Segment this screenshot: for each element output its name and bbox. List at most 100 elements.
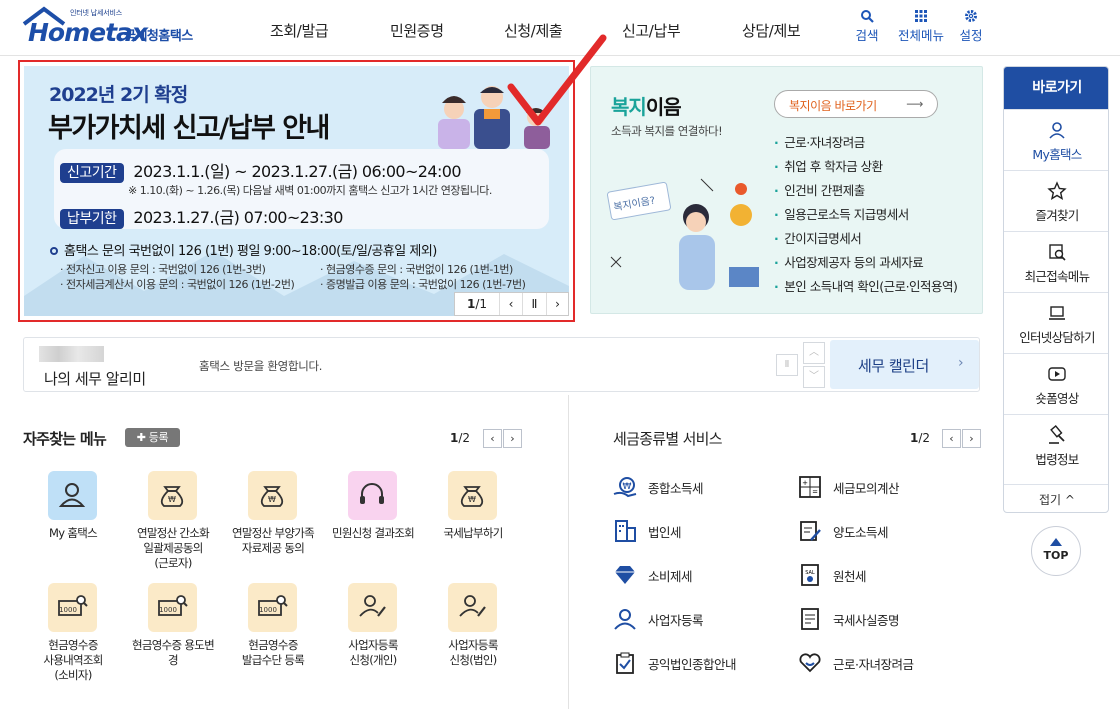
- tax-service-link[interactable]: 양도소득세: [797, 518, 889, 544]
- tax-service-link[interactable]: SAL 원천세: [797, 562, 867, 588]
- favorite-tile[interactable]: ₩: [148, 471, 197, 520]
- quick-fold-button[interactable]: 접기 ^: [1004, 484, 1108, 512]
- all-menu-button[interactable]: 전체메뉴: [893, 9, 949, 44]
- nav-inquiry[interactable]: 조회/발급: [270, 20, 329, 41]
- quick-shortform[interactable]: 숏폼영상: [1004, 353, 1108, 414]
- banner-pause-button[interactable]: Ⅱ: [522, 293, 546, 315]
- quick-law-info[interactable]: 법령정보: [1004, 414, 1108, 484]
- alarm-message: 홈택스 방문을 환영합니다.: [199, 359, 323, 373]
- tax-service-link[interactable]: 소비제세: [612, 562, 693, 588]
- gavel-icon: [1049, 425, 1065, 444]
- tax-service-link[interactable]: 국세사실증명: [797, 606, 900, 632]
- favorite-tile[interactable]: 1000: [248, 583, 297, 632]
- logo-korean: 국세청홈택스: [124, 29, 193, 44]
- grid-menu-icon: [915, 10, 927, 22]
- welfare-panel[interactable]: 복지이음 소득과 복지를 연결하다! 복지이음 바로가기⟶ 복지이음? 근로·자…: [590, 66, 983, 314]
- welfare-item[interactable]: 일용근로소득 지급명세서: [774, 204, 909, 223]
- logo-subtitle: 인터넷 납세서비스: [70, 9, 122, 17]
- favorite-label[interactable]: 현금영수증 사용내역조회 (소비자): [23, 638, 123, 683]
- favorite-label[interactable]: 현금영수증 용도변 경: [123, 638, 223, 668]
- inquiry-row-3: · 전자세금계산서 이용 문의 : 국번없이 126 (1번-2번): [60, 278, 295, 291]
- favorite-label[interactable]: 현금영수증 발급수단 등록: [223, 638, 323, 668]
- inquiry-row-1: · 전자신고 이용 문의 : 국번없이 126 (1번-3번): [60, 263, 266, 276]
- alarm-up-button[interactable]: ︿: [803, 342, 825, 364]
- user-name-blurred: [39, 346, 104, 362]
- alarm-down-button[interactable]: ﹀: [803, 366, 825, 388]
- favorites-next-button[interactable]: ›: [503, 429, 522, 448]
- quick-consult[interactable]: 인터넷상담하기: [1004, 292, 1108, 353]
- banner-page-indicator: 1/1: [466, 297, 488, 311]
- svg-text:₩: ₩: [623, 482, 632, 492]
- chevron-up-icon: ^: [1064, 493, 1075, 507]
- favorites-prev-button[interactable]: ‹: [483, 429, 502, 448]
- nav-report-pay[interactable]: 신고/납부: [622, 20, 681, 41]
- tax-service-label: 양도소득세: [833, 524, 889, 540]
- quick-recent-menu[interactable]: 최근접속메뉴: [1004, 231, 1108, 292]
- favorite-label[interactable]: 연말정산 부양가족 자료제공 동의: [223, 526, 323, 556]
- favorite-label[interactable]: 민원신청 결과조회: [323, 526, 423, 541]
- favorite-tile[interactable]: [348, 471, 397, 520]
- favorite-label[interactable]: 국세납부하기: [423, 526, 523, 541]
- svg-text:₩: ₩: [268, 495, 276, 504]
- favorite-label[interactable]: 연말정산 간소화 일괄제공동의 (근로자): [123, 526, 223, 571]
- person-edit-icon: [359, 595, 386, 617]
- welfare-link-button[interactable]: 복지이음 바로가기 ⟶: [774, 90, 938, 118]
- salary-icon: SAL: [801, 564, 819, 586]
- money-bag-icon: ₩: [460, 486, 484, 507]
- play-icon: [1048, 367, 1066, 381]
- welfare-item[interactable]: 사업장제공자 등의 과세자료: [774, 252, 923, 271]
- star-icon: [1047, 181, 1067, 200]
- svg-text:+: +: [802, 479, 808, 487]
- top-button[interactable]: TOP: [1031, 526, 1081, 576]
- building-icon: [615, 520, 636, 542]
- tax-alarm-label: 나의 세무 알리미: [44, 370, 146, 388]
- quick-favorites[interactable]: 즐겨찾기: [1004, 170, 1108, 231]
- receipt-search-icon: 1000: [58, 595, 88, 616]
- tax-services-prev-button[interactable]: ‹: [942, 429, 961, 448]
- welfare-item[interactable]: 근로·자녀장려금: [774, 132, 865, 151]
- report-period-badge: 신고기간: [60, 163, 124, 183]
- favorite-tile[interactable]: ₩: [448, 471, 497, 520]
- tax-service-link[interactable]: 사업자등록: [612, 606, 704, 632]
- tax-service-link[interactable]: 공익법인종합안내: [612, 650, 737, 676]
- favorite-tile[interactable]: 1000: [48, 583, 97, 632]
- alarm-pause-button[interactable]: Ⅱ: [776, 354, 798, 376]
- svg-text:1000: 1000: [159, 606, 177, 614]
- quick-my-hometax[interactable]: My홈택스: [1004, 109, 1108, 170]
- favorite-label[interactable]: My 홈택스: [23, 526, 123, 541]
- banner-next-button[interactable]: ›: [546, 293, 568, 315]
- welfare-item[interactable]: 본인 소득내역 확인(근로·인적용역): [774, 276, 958, 295]
- welfare-item[interactable]: 인건비 간편제출: [774, 180, 865, 199]
- banner-prev-button[interactable]: ‹: [499, 293, 522, 315]
- tax-service-link[interactable]: 근로·자녀장려금: [797, 650, 914, 676]
- calculator-icon: +=: [799, 476, 821, 498]
- favorite-tile[interactable]: [448, 583, 497, 632]
- inquiry-line: 홈택스 문의 국번없이 126 (1번) 평일 9:00~18:00(토/일/공…: [50, 240, 437, 259]
- welfare-item[interactable]: 간이지급명세서: [774, 228, 862, 247]
- clipboard-check-icon: [616, 652, 634, 674]
- chevron-right-icon: ›: [958, 355, 964, 371]
- favorites-register-button[interactable]: ✚ 등록: [125, 428, 180, 447]
- hometax-logo[interactable]: 인터넷 납세서비스 Hometax 국세청홈택스: [22, 6, 212, 50]
- banner-content: 2022년 2기 확정 부가가치세 신고/납부 안내 신고기간 2023.1.1…: [24, 66, 569, 316]
- favorite-tile[interactable]: [348, 583, 397, 632]
- nav-consult[interactable]: 상담/제보: [742, 20, 801, 41]
- tax-calendar-button[interactable]: 세무 캘린더 ›: [830, 340, 979, 389]
- person-icon: [58, 483, 86, 507]
- favorite-label[interactable]: 사업자등록 신청(개인): [323, 638, 423, 668]
- search-button[interactable]: 검색: [842, 9, 892, 44]
- favorite-label[interactable]: 사업자등록 신청(법인): [423, 638, 523, 668]
- favorite-tile[interactable]: 1000: [148, 583, 197, 632]
- tax-service-link[interactable]: ₩ 종합소득세: [612, 474, 704, 500]
- vat-banner[interactable]: 2022년 2기 확정 부가가치세 신고/납부 안내 신고기간 2023.1.1…: [18, 34, 607, 322]
- favorite-tile[interactable]: [48, 471, 97, 520]
- favorite-tile[interactable]: ₩: [248, 471, 297, 520]
- tax-service-link[interactable]: 법인세: [612, 518, 682, 544]
- banner-pager: 1/1 ‹ Ⅱ ›: [454, 292, 569, 316]
- tax-services-next-button[interactable]: ›: [962, 429, 981, 448]
- welfare-item[interactable]: 취업 후 학자금 상환: [774, 156, 883, 175]
- nav-certificate[interactable]: 민원증명: [390, 20, 444, 41]
- tax-service-link[interactable]: + = 세금모의계산: [797, 474, 900, 500]
- tax-service-label: 국세사실증명: [833, 612, 900, 628]
- settings-button[interactable]: 설정: [946, 9, 996, 44]
